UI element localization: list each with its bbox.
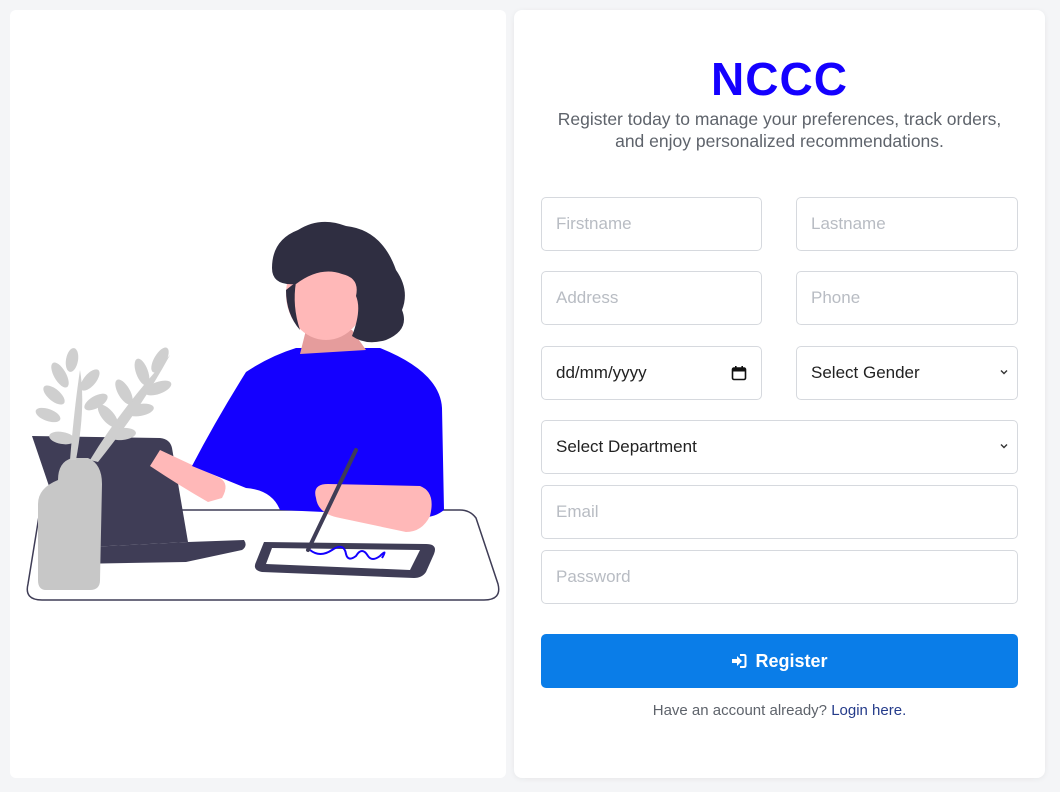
department-select-value: Select Department <box>556 437 697 456</box>
chevron-down-icon <box>999 366 1009 380</box>
gender-select[interactable]: Select Gender <box>796 346 1018 400</box>
login-link[interactable]: Login here. <box>831 702 906 719</box>
dob-date-input[interactable]: dd/mm/yyyy <box>541 346 762 400</box>
woman-at-desk-illustration <box>26 221 500 601</box>
login-prompt: Have an account already? Login here. <box>514 702 1045 719</box>
register-subtitle: Register today to manage your preference… <box>557 109 1002 151</box>
register-button[interactable]: Register <box>541 634 1018 688</box>
brand-title: NCCC <box>711 53 848 105</box>
address-input[interactable] <box>541 271 762 325</box>
register-button-label: Register <box>755 650 828 671</box>
register-card: NCCC Register today to manage your prefe… <box>514 10 1045 778</box>
password-input[interactable] <box>541 550 1018 604</box>
gender-select-value: Select Gender <box>811 363 920 382</box>
sign-in-icon <box>732 654 747 668</box>
chevron-down-icon <box>999 440 1009 454</box>
phone-input[interactable] <box>796 271 1018 325</box>
dob-date-text: dd/mm/yyyy <box>556 363 647 382</box>
firstname-input[interactable] <box>541 197 762 251</box>
login-prompt-text: Have an account already? <box>652 702 828 719</box>
illustration-panel <box>10 10 506 778</box>
department-select[interactable]: Select Department <box>541 420 1018 474</box>
lastname-input[interactable] <box>796 197 1018 251</box>
email-input[interactable] <box>541 485 1018 539</box>
calendar-icon[interactable] <box>731 365 747 381</box>
